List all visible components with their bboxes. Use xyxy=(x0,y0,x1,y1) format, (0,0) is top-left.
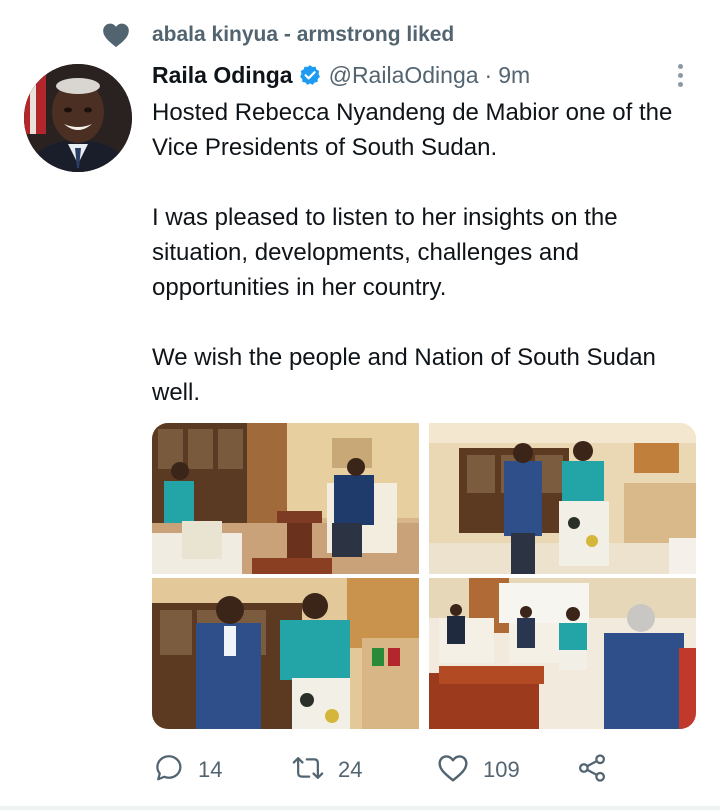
tweet-paragraph: Hosted Rebecca Nyandeng de Mabior one of… xyxy=(152,99,673,161)
like-count: 109 xyxy=(483,757,520,782)
retweet-icon xyxy=(292,753,324,788)
tweet-text: Hosted Rebecca Nyandeng de Mabior one of… xyxy=(152,95,697,410)
avatar[interactable] xyxy=(24,64,132,172)
reply-button[interactable]: 14 xyxy=(154,748,222,792)
heart-outline-icon xyxy=(437,753,469,788)
tweet-photo-2[interactable] xyxy=(429,423,696,574)
separator-dot: · xyxy=(484,61,493,88)
tweet-header: Raila Odinga @RailaOdinga · 9m xyxy=(152,58,672,92)
tweet-paragraph: I was pleased to listen to her insights … xyxy=(152,204,618,301)
like-button[interactable]: 109 xyxy=(437,748,520,792)
media-grid xyxy=(152,423,696,729)
tweet-photo-1[interactable] xyxy=(152,423,419,574)
heart-icon xyxy=(100,20,132,50)
reply-icon xyxy=(154,753,184,788)
author-handle[interactable]: @RailaOdinga xyxy=(329,62,479,89)
tweet-timestamp[interactable]: 9m xyxy=(498,62,530,89)
divider xyxy=(0,806,720,810)
tweet-photo-3[interactable] xyxy=(152,578,419,729)
tweet-paragraph: We wish the people and Nation of South S… xyxy=(152,344,656,406)
social-context-text: abala kinyua - armstrong liked xyxy=(152,23,455,46)
share-icon xyxy=(576,753,608,788)
retweet-button[interactable]: 24 xyxy=(292,748,362,792)
share-button[interactable] xyxy=(576,748,608,792)
reply-count: 14 xyxy=(198,757,223,782)
author-name[interactable]: Raila Odinga xyxy=(152,62,293,89)
tweet-actions: 14 24 109 xyxy=(152,748,692,792)
verified-badge-icon xyxy=(299,64,321,86)
retweet-count: 24 xyxy=(338,757,363,782)
social-context[interactable]: abala kinyua - armstrong liked xyxy=(100,20,454,50)
more-options-icon[interactable] xyxy=(668,60,692,90)
tweet-photo-4[interactable] xyxy=(429,578,696,729)
